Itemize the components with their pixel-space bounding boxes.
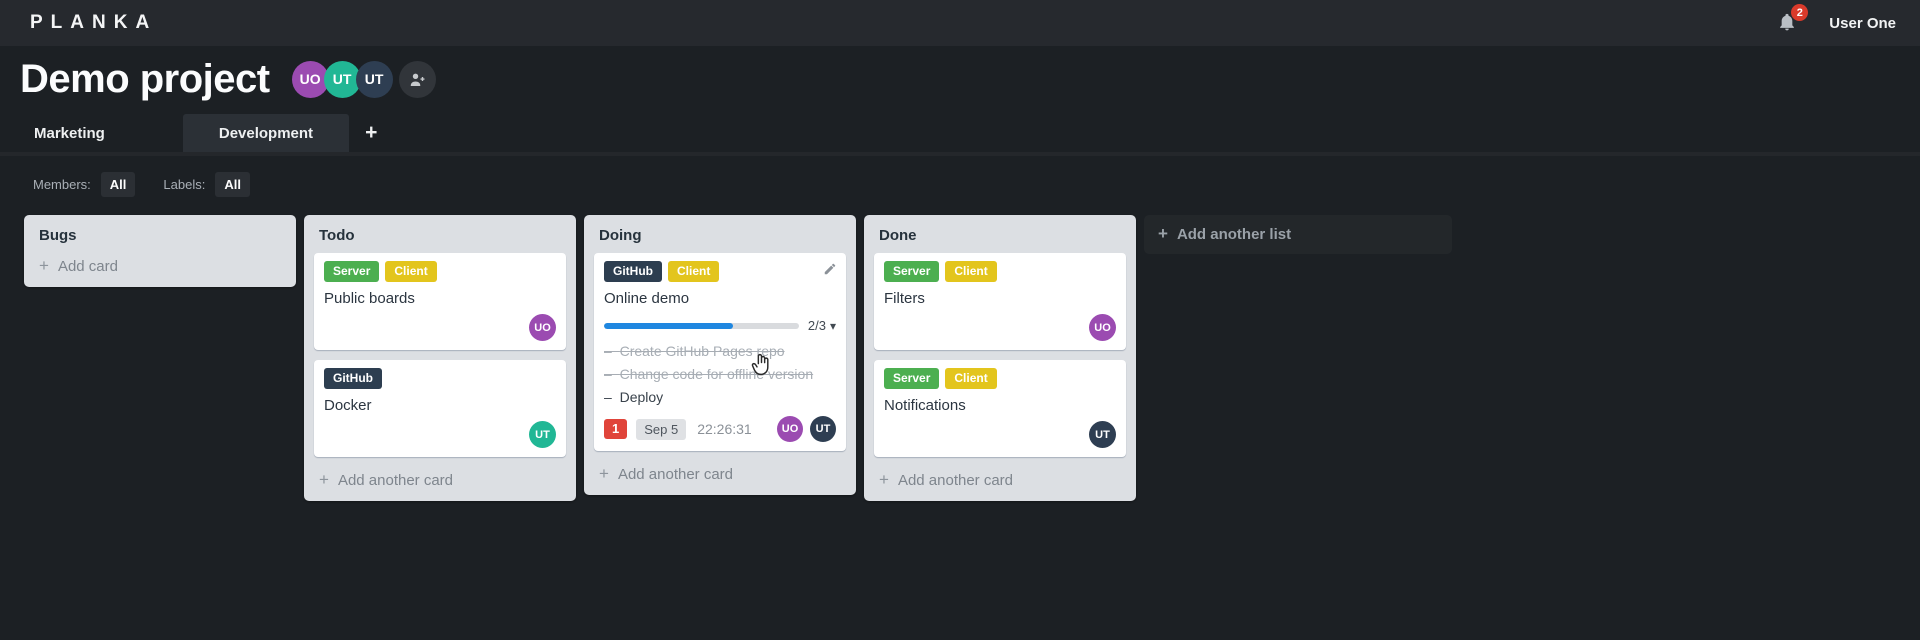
pencil-icon: [824, 263, 836, 275]
card-title: Public boards: [324, 290, 415, 307]
card-labels: Server Client: [884, 261, 1116, 282]
list-title[interactable]: Done: [874, 224, 1126, 253]
label-chip[interactable]: Client: [385, 261, 437, 282]
members-filter-label: Members:: [33, 177, 91, 192]
card[interactable]: Server Client Public boards UO: [314, 253, 566, 350]
card-member-avatar[interactable]: UT: [810, 416, 836, 442]
card-title: Docker: [324, 397, 372, 414]
add-card-label: Add card: [57, 258, 118, 275]
labels-filter-label: Labels:: [163, 177, 206, 192]
card-labels: GitHub: [324, 368, 556, 389]
timer-badge[interactable]: 22:26:31: [697, 421, 752, 437]
label-chip[interactable]: Client: [945, 368, 997, 389]
label-chip[interactable]: GitHub: [324, 368, 382, 389]
plus-icon: [879, 472, 889, 489]
card-notifications-badge: 1: [604, 419, 628, 439]
card-member-avatar[interactable]: UT: [1089, 421, 1116, 448]
card-avatars: UT: [324, 421, 556, 448]
tab-development[interactable]: Development: [182, 114, 350, 152]
progress-count[interactable]: 2/3: [808, 318, 836, 333]
user-plus-icon: [410, 73, 425, 86]
board-tabs: Marketing Development +: [0, 114, 1920, 152]
board: BugsAdd cardTodoServerClientPublic board…: [0, 197, 1920, 501]
card-labels: Server Client: [884, 368, 1116, 389]
list-done: Done Server Client Filters UO Server Client Not…: [864, 215, 1136, 501]
plus-icon: [319, 472, 329, 489]
add-card-button[interactable]: Add another card: [594, 461, 846, 486]
card-labels: GitHub Client: [604, 261, 836, 282]
card[interactable]: Server Client Notifications UT: [874, 360, 1126, 457]
plus-icon: [1158, 226, 1168, 243]
list-doing: Doing GitHub Client Online demo 2/3 Create Gi…: [584, 215, 856, 495]
members-filter-value[interactable]: All: [100, 172, 136, 197]
card-member-avatar[interactable]: UO: [529, 314, 556, 341]
card-meta: 1 Sep 5 22:26:31 UO UT: [604, 416, 836, 442]
add-card-button[interactable]: Add another card: [314, 467, 566, 492]
card[interactable]: Server Client Filters UO: [874, 253, 1126, 350]
list-title[interactable]: Todo: [314, 224, 566, 253]
topbar-right: 2 User One: [1777, 4, 1896, 34]
progress-fill: [604, 322, 733, 329]
edit-card-button[interactable]: [823, 262, 837, 276]
card-member-avatar[interactable]: UO: [777, 416, 803, 442]
planka-logo[interactable]: PLANKA: [30, 12, 157, 34]
add-card-label: Add another card: [617, 466, 734, 483]
progress-bar: [604, 322, 799, 329]
due-date-badge[interactable]: Sep 5: [636, 418, 687, 440]
add-member-button[interactable]: [398, 60, 436, 98]
label-chip[interactable]: Server: [324, 261, 380, 282]
list-todo: Todo Server Client Public boards UO GitHub Doc…: [304, 215, 576, 501]
add-board-button[interactable]: +: [365, 122, 377, 143]
add-card-label: Add another card: [897, 472, 1014, 489]
task-progress: 2/3: [604, 318, 836, 333]
chevron-down-icon: [830, 318, 836, 333]
plus-icon: [39, 258, 49, 275]
list-title[interactable]: Doing: [594, 224, 846, 253]
add-card-label: Add another card: [337, 472, 454, 489]
label-chip[interactable]: Client: [945, 261, 997, 282]
card-title: Notifications: [884, 397, 966, 414]
project-header: Demo project UO UT UT: [0, 46, 1920, 104]
card-member-avatar[interactable]: UO: [1089, 314, 1116, 341]
card-avatars: UO: [884, 314, 1116, 341]
add-another-list-button[interactable]: Add another list: [1144, 215, 1452, 254]
label-chip[interactable]: GitHub: [604, 261, 662, 282]
notifications-button[interactable]: 2: [1777, 4, 1809, 34]
add-list-label: Add another list: [1176, 226, 1292, 243]
list-title[interactable]: Bugs: [34, 224, 286, 253]
card-avatars: UO: [324, 314, 556, 341]
card-member-avatar[interactable]: UT: [529, 421, 556, 448]
label-chip[interactable]: Server: [884, 368, 940, 389]
label-chip[interactable]: Client: [668, 261, 720, 282]
list-bugs: Bugs Add card: [24, 215, 296, 287]
task-item[interactable]: Create GitHub Pages repo: [604, 340, 836, 363]
card-labels: Server Client: [324, 261, 556, 282]
add-card-button[interactable]: Add card: [34, 253, 286, 278]
add-card-button[interactable]: Add another card: [874, 467, 1126, 492]
top-bar: PLANKA 2 User One: [0, 0, 1920, 46]
project-members: UO UT UT: [291, 60, 436, 98]
plus-icon: [599, 466, 609, 483]
main-content: Demo project UO UT UT Marketing Development…: [0, 46, 1920, 501]
task-list: Create GitHub Pages repoChange code for …: [604, 340, 836, 409]
task-item[interactable]: Deploy: [604, 386, 836, 409]
card-avatars: UT: [884, 421, 1116, 448]
card-title: Online demo: [604, 290, 690, 307]
tab-marketing[interactable]: Marketing: [34, 114, 141, 152]
project-title[interactable]: Demo project: [20, 54, 270, 104]
card-title: Filters: [884, 290, 925, 307]
task-item[interactable]: Change code for offline version: [604, 363, 836, 386]
card[interactable]: GitHub Docker UT: [314, 360, 566, 457]
labels-filter-value[interactable]: All: [215, 172, 250, 197]
filter-bar: Members: All Labels: All: [0, 156, 1920, 197]
notifications-count-badge: 2: [1791, 4, 1809, 21]
member-avatar[interactable]: UT: [355, 60, 393, 98]
user-menu[interactable]: User One: [1829, 15, 1896, 32]
label-chip[interactable]: Server: [884, 261, 940, 282]
card[interactable]: GitHub Client Online demo 2/3 Create GitHub …: [594, 253, 846, 451]
